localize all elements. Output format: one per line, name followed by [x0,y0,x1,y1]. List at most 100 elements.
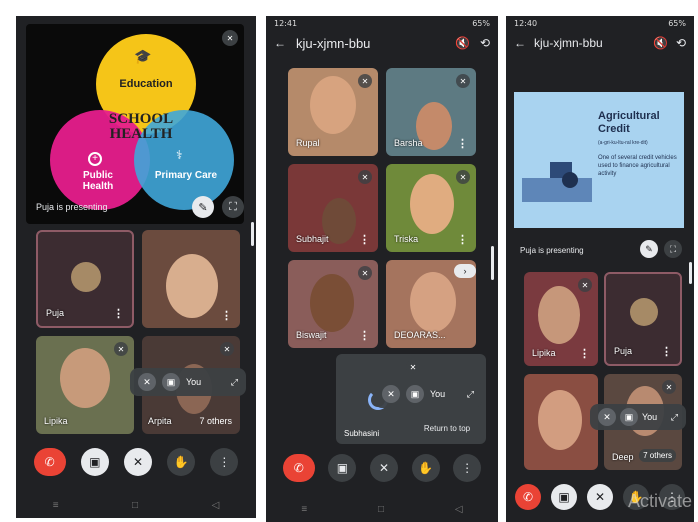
more-options-icon[interactable]: ⋮ [359,233,370,246]
android-nav-bar: ≡ □ ◁ [16,496,256,514]
call-controls: ✆ ▣ ✕ ✋ ⋮ [16,448,256,476]
muted-mic-icon: ✕ [662,380,676,394]
camera-off-icon[interactable]: ▣ [406,385,424,403]
participant-name: Arpita [148,416,172,426]
mic-toggle-button[interactable]: ✕ [123,448,152,476]
participant-tile-lipika[interactable]: ✕ Lipika [36,336,134,434]
participant-name: Rupal [296,138,320,148]
audio-off-icon[interactable]: 🔇 [455,36,470,50]
slide-label-education: Education [119,78,173,90]
participant-tile-rupal[interactable]: ✕ Rupal [288,68,378,156]
participant-name: Lipika [44,416,68,426]
participant-video [310,76,356,134]
participant-tile-puja[interactable]: Puja ⋮ [36,230,134,328]
slide-body: One of several credit vehicles used to f… [598,155,677,177]
participant-name: Triska [394,234,419,244]
home-nav-icon[interactable]: □ [132,500,138,511]
pin-button[interactable]: ✎ [192,196,214,218]
end-call-button[interactable]: ✆ [515,484,541,510]
avatar [630,298,658,326]
mic-toggle-button[interactable]: ✕ [369,454,398,482]
self-name: Subhasini [344,429,380,438]
camera-off-icon[interactable]: ▣ [620,408,638,426]
participant-tile-2[interactable]: ⋮ [142,230,240,328]
muted-mic-icon[interactable]: ✕ [382,385,400,403]
switch-camera-icon[interactable]: ⟲ [676,36,686,50]
recents-nav-icon[interactable]: ≡ [53,500,59,511]
meeting-code[interactable]: kju-xjmn-bbu [534,36,645,50]
self-view-controls: ✕ ▣ You ⤢ [590,404,686,430]
more-options-button[interactable]: ⋮ [210,448,239,476]
expand-icon[interactable]: ⤢ [231,377,238,388]
end-call-button[interactable]: ✆ [33,448,66,476]
scroll-indicator[interactable] [251,222,254,246]
slide-label-primary-care: Primary Care [154,170,218,181]
back-nav-icon[interactable]: ◁ [212,500,220,511]
participant-tile-triska[interactable]: ✕ Triska ⋮ [386,164,476,252]
status-bar: 12:40 65% [506,16,694,30]
expand-icon[interactable]: ⤢ [467,389,474,400]
graduation-cap-icon: 🎓 [134,48,152,64]
pin-button[interactable]: ✎ [640,240,658,258]
phone-3-meet-screen: 12:40 65% ← kju-xjmn-bbu 🔇 ⟲ Agricultura… [506,16,694,522]
mic-toggle-button[interactable]: ✕ [587,484,613,510]
slide-phonetic: (a-gri-ku-ltu-ral kre-dit) [598,140,648,146]
more-options-icon[interactable]: ⋮ [579,347,590,360]
participant-tile-3[interactable] [524,374,598,470]
participant-tile-barsha[interactable]: ✕ Barsha ⋮ [386,68,476,156]
raise-hand-button[interactable]: ✋ [411,454,440,482]
participant-tile-subhajit[interactable]: ✕ Subhajit ⋮ [288,164,378,252]
scroll-page-button[interactable]: › [454,264,476,278]
camera-off-icon[interactable]: ▣ [162,373,180,391]
recents-nav-icon[interactable]: ≡ [301,504,307,515]
muted-mic-icon: ✕ [406,360,420,374]
home-nav-icon[interactable]: □ [378,504,384,515]
muted-mic-icon: ✕ [456,170,470,184]
camera-toggle-button[interactable]: ▣ [551,484,577,510]
switch-camera-icon[interactable]: ⟲ [480,36,490,50]
fullscreen-button[interactable]: ⛶ [664,240,682,258]
slide-title: Agricultural Credit [598,110,660,135]
raise-hand-button[interactable]: ✋ [167,448,196,476]
more-options-icon[interactable]: ⋮ [113,307,124,320]
participant-tile-puja[interactable]: Puja ⋮ [604,272,682,366]
meeting-code[interactable]: kju-xjmn-bbu [296,36,445,51]
participant-tile-lipika[interactable]: ✕ Lipika ⋮ [524,272,598,366]
back-nav-icon[interactable]: ◁ [455,504,463,515]
muted-mic-icon[interactable]: ✕ [598,408,616,426]
more-options-button[interactable]: ⋮ [453,454,482,482]
more-options-icon[interactable]: ⋮ [661,345,672,358]
more-options-icon[interactable]: ⋮ [221,309,232,322]
self-label: You [642,412,658,422]
presentation-slide[interactable]: Agricultural Credit (a-gri-ku-ltu-ral kr… [514,92,684,228]
return-to-top-button[interactable]: Return to top [412,420,482,438]
presentation-slide[interactable]: 🎓 Education SCHOOL HEALTH + Public Healt… [26,24,244,224]
self-view-controls: ✕ ▣ You ⤢ [374,380,482,408]
muted-mic-icon: ✕ [358,266,372,280]
expand-icon[interactable]: ⤢ [671,412,678,423]
stethoscope-icon: ⚕ [176,148,183,162]
scroll-indicator[interactable] [689,262,692,284]
others-count-label[interactable]: 7 others [639,449,676,462]
participant-tile-biswajit[interactable]: ✕ Biswajit ⋮ [288,260,378,348]
audio-off-icon[interactable]: 🔇 [653,36,668,50]
muted-mic-icon: ✕ [220,342,234,356]
fullscreen-button[interactable]: ⛶ [222,196,244,218]
muted-mic-icon[interactable]: ✕ [138,373,156,391]
back-arrow-icon[interactable]: ← [274,36,286,50]
participant-name: Puja [614,346,633,356]
more-options-icon[interactable]: ⋮ [457,233,468,246]
participant-name: Lipika [532,348,556,358]
back-arrow-icon[interactable]: ← [514,36,526,50]
end-call-button[interactable]: ✆ [282,454,315,482]
avatar [71,262,101,292]
call-controls: ✆ ▣ ✕ ✋ ⋮ [266,454,498,482]
scroll-indicator[interactable] [491,246,494,280]
camera-toggle-button[interactable]: ▣ [328,454,357,482]
participant-video [538,390,582,450]
more-options-icon[interactable]: ⋮ [359,329,370,342]
more-options-icon[interactable]: ⋮ [457,137,468,150]
camera-toggle-button[interactable]: ▣ [80,448,109,476]
others-count-label[interactable]: 7 others [199,416,232,426]
self-label: You [186,377,202,387]
